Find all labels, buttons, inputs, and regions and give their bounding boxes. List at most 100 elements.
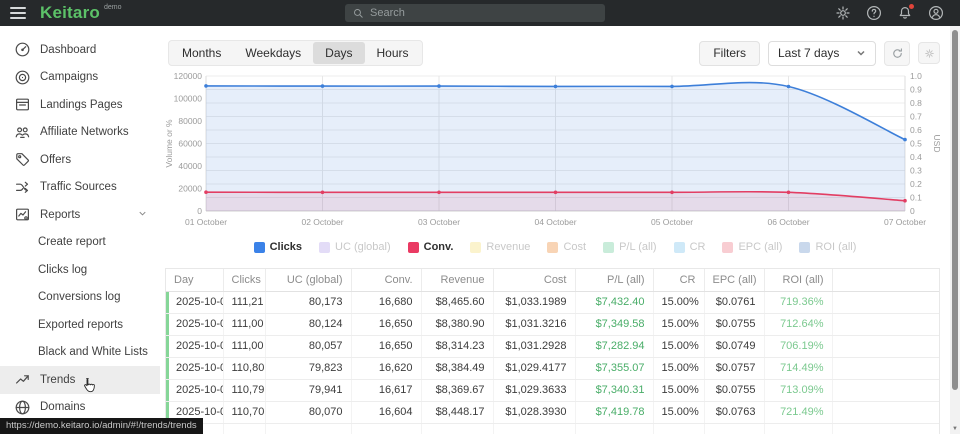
svg-text:0.8: 0.8 <box>910 98 922 108</box>
cell-p-l-all <box>575 423 653 434</box>
date-range-value: Last 7 days <box>778 46 839 60</box>
help-icon[interactable] <box>866 5 882 21</box>
column-header-day[interactable]: Day <box>166 269 223 291</box>
notifications-icon[interactable] <box>897 5 913 21</box>
column-header-cr[interactable]: CR <box>653 269 704 291</box>
column-header-clicks[interactable]: Clicks <box>223 269 265 291</box>
cell-revenue <box>421 423 493 434</box>
table-row[interactable]: 2025-10-04110,8079,82316,620$8,384.49$1,… <box>166 357 939 379</box>
svg-text:20000: 20000 <box>178 184 202 194</box>
column-header-epc-all[interactable]: EPC (all) <box>704 269 764 291</box>
svg-text:Volume or %: Volume or % <box>164 119 174 168</box>
cell-uc-global: 80,070 <box>265 401 351 423</box>
sidebar-item-landings-pages[interactable]: Landings Pages <box>0 91 160 119</box>
scrollbar-down-arrow[interactable]: ▼ <box>950 426 960 432</box>
sidebar-item-reports[interactable]: Reports <box>0 201 160 229</box>
sidebar-item-campaigns[interactable]: Campaigns <box>0 64 160 92</box>
sidebar-item-dashboard[interactable]: Dashboard <box>0 36 160 64</box>
column-header-cost[interactable]: Cost <box>493 269 575 291</box>
column-header-roi-all[interactable]: ROI (all) <box>764 269 832 291</box>
cell-cr: 15.00% <box>653 291 704 313</box>
legend-item-conv[interactable]: Conv. <box>408 241 454 253</box>
legend-item-clicks[interactable]: Clicks <box>254 241 302 253</box>
filters-button[interactable]: Filters <box>699 41 760 66</box>
svg-text:05 October: 05 October <box>651 217 693 227</box>
sidebar-item-domains[interactable]: Domains <box>0 394 160 422</box>
cell-clicks: 111,00 <box>223 335 265 357</box>
legend-item-roi-all[interactable]: ROI (all) <box>799 241 856 253</box>
table-row[interactable]: 2025-10-03111,0080,05716,650$8,314.23$1,… <box>166 335 939 357</box>
svg-text:0.5: 0.5 <box>910 139 922 149</box>
table-row[interactable]: 2025-10-01111,2180,17316,680$8,465.60$1,… <box>166 291 939 313</box>
svg-text:06 October: 06 October <box>767 217 809 227</box>
tab-months[interactable]: Months <box>170 42 233 64</box>
scrollbar-thumb[interactable] <box>952 30 958 390</box>
page-scrollbar[interactable]: ▼ <box>950 26 960 434</box>
legend-item-uc-global[interactable]: UC (global) <box>319 241 391 253</box>
svg-text:0.7: 0.7 <box>910 112 922 122</box>
column-header-uc-global[interactable]: UC (global) <box>265 269 351 291</box>
sidebar-item-trends[interactable]: Trends <box>0 366 160 394</box>
cell-revenue: $8,448.17 <box>421 401 493 423</box>
refresh-button[interactable] <box>884 41 910 66</box>
cell-cr: 15.00% <box>653 357 704 379</box>
search-input[interactable] <box>370 7 570 19</box>
sidebar-item-label: Dashboard <box>40 44 96 56</box>
svg-text:0.4: 0.4 <box>910 152 922 162</box>
cell-revenue: $8,384.49 <box>421 357 493 379</box>
chart-legend: Clicks UC (global) Conv. Revenue Cost P/L (al… <box>160 241 950 253</box>
column-header-conv[interactable]: Conv. <box>351 269 421 291</box>
sidebar-item-offers[interactable]: Offers <box>0 146 160 174</box>
tab-hours[interactable]: Hours <box>365 42 421 64</box>
svg-text:80000: 80000 <box>178 116 202 126</box>
svg-text:07 October: 07 October <box>884 217 926 227</box>
refresh-icon <box>891 47 904 60</box>
cell-clicks: 110,79 <box>223 379 265 401</box>
global-search[interactable] <box>345 4 605 22</box>
cell-revenue: $8,380.90 <box>421 313 493 335</box>
brand-logo[interactable]: Keitaro <box>40 3 100 23</box>
tab-weekdays[interactable]: Weekdays <box>233 42 313 64</box>
legend-swatch <box>319 242 330 253</box>
date-range-select[interactable]: Last 7 days <box>768 41 876 66</box>
legend-label: Revenue <box>486 241 530 253</box>
column-header-p-l-all[interactable]: P/L (all) <box>575 269 653 291</box>
cell-p-l-all: $7,355.07 <box>575 357 653 379</box>
sidebar-item-label: Clicks log <box>38 264 87 276</box>
table-row[interactable]: 2025-10-05110,7979,94116,617$8,369.67$1,… <box>166 379 939 401</box>
sidebar-item-clicks-log[interactable]: Clicks log <box>0 256 160 284</box>
settings-icon[interactable] <box>835 5 851 21</box>
sidebar-item-affiliate-networks[interactable]: Affiliate Networks <box>0 119 160 147</box>
sidebar-item-exported-reports[interactable]: Exported reports <box>0 311 160 339</box>
legend-item-epc-all[interactable]: EPC (all) <box>722 241 782 253</box>
column-header-revenue[interactable]: Revenue <box>421 269 493 291</box>
traffic-sources-icon <box>14 179 31 196</box>
tab-days[interactable]: Days <box>313 42 364 64</box>
account-icon[interactable] <box>928 5 944 21</box>
affiliate-networks-icon <box>14 124 31 141</box>
sidebar-item-conversions-log[interactable]: Conversions log <box>0 284 160 312</box>
svg-text:120000: 120000 <box>174 71 203 81</box>
cell-uc-global: 80,124 <box>265 313 351 335</box>
cell-clicks: 111,00 <box>223 313 265 335</box>
table-header-row: DayClicksUC (global)Conv.RevenueCostP/L … <box>166 269 939 291</box>
legend-item-cost[interactable]: Cost <box>547 241 586 253</box>
brand-badge: demo <box>104 4 122 11</box>
landings-pages-icon <box>14 96 31 113</box>
sidebar-item-traffic-sources[interactable]: Traffic Sources <box>0 174 160 202</box>
cell-epc-all: $0.0755 <box>704 379 764 401</box>
sidebar-item-black-and-white-lists[interactable]: Black and White Lists <box>0 339 160 367</box>
table-row[interactable]: 2025-10-06110,7080,07016,604$8,448.17$1,… <box>166 401 939 423</box>
sidebar-item-create-report[interactable]: Create report <box>0 229 160 257</box>
cell-day: 2025-10-02 <box>166 313 223 335</box>
table-row[interactable]: 2025-10-02111,0080,12416,650$8,380.90$1,… <box>166 313 939 335</box>
legend-item-revenue[interactable]: Revenue <box>470 241 530 253</box>
legend-item-cr[interactable]: CR <box>674 241 706 253</box>
svg-text:0.9: 0.9 <box>910 85 922 95</box>
table-row-partial[interactable] <box>166 423 939 434</box>
cell-uc-global <box>265 423 351 434</box>
legend-item-p-l-all[interactable]: P/L (all) <box>603 241 657 253</box>
cell-roi-all: 706.19% <box>764 335 832 357</box>
menu-toggle-icon[interactable] <box>10 4 26 22</box>
chart-settings-button[interactable] <box>918 42 940 64</box>
